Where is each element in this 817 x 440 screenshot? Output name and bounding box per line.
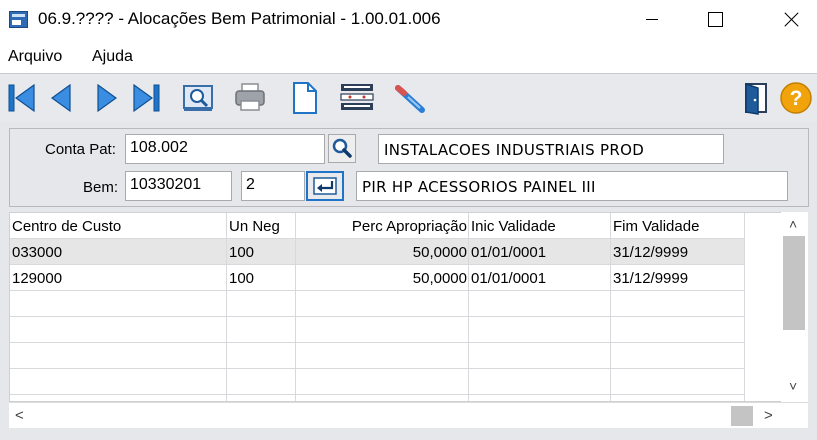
grid-row-divider	[10, 316, 744, 317]
window-title: 06.9.???? - Alocações Bem Patrimonial - …	[38, 9, 441, 28]
column-header-perc-apropriacao[interactable]: Perc Apropriação	[296, 218, 467, 235]
column-header-un-neg[interactable]: Un Neg	[229, 218, 280, 235]
grid-row-divider	[10, 238, 744, 239]
cell-fim-validade: 31/12/9999	[613, 270, 689, 287]
bem-input[interactable]: 10330201	[125, 171, 232, 201]
print-button[interactable]	[232, 80, 270, 116]
scroll-down-icon[interactable]: ˅	[789, 378, 797, 394]
next-record-icon	[97, 83, 118, 113]
zoom-button[interactable]	[180, 80, 218, 116]
help-icon: ?	[780, 82, 812, 114]
close-button[interactable]	[766, 0, 812, 40]
menu-ajuda[interactable]: Ajuda	[92, 48, 133, 66]
scroll-up-icon[interactable]: ˄	[789, 216, 797, 232]
conta-pat-description: INSTALACOES INDUSTRIAIS PROD	[378, 134, 724, 164]
scroll-right-icon[interactable]: >	[764, 407, 773, 424]
maximize-button[interactable]	[692, 0, 738, 40]
cell-perc-apropriacao: 50,0000	[412, 244, 467, 261]
cell-fim-validade: 31/12/9999	[613, 244, 689, 261]
new-document-button[interactable]	[286, 80, 324, 116]
exit-door-icon	[745, 82, 767, 115]
enter-arrow-icon	[313, 177, 337, 195]
bem-incorporacao-input[interactable]: 2	[241, 171, 305, 201]
grid-row-divider	[10, 342, 744, 343]
toolbar: ?	[0, 73, 817, 121]
minimize-button[interactable]	[634, 0, 680, 40]
grid-row-divider	[10, 368, 744, 369]
scroll-left-icon[interactable]: <	[15, 407, 24, 424]
edit-icon	[395, 85, 425, 113]
vertical-scroll-thumb[interactable]	[783, 236, 805, 330]
cell-centro-custo: 033000	[12, 244, 63, 261]
column-header-centro-custo[interactable]: Centro de Custo	[12, 218, 121, 235]
confirm-enter-button[interactable]	[306, 171, 344, 201]
new-document-icon	[293, 82, 317, 114]
grid-row-divider	[10, 264, 744, 265]
cell-un-neg: 100	[229, 244, 255, 261]
horizontal-scrollbar[interactable]: < >	[9, 402, 808, 428]
grid-row-divider	[10, 290, 744, 291]
menu-bar: Arquivo Ajuda	[0, 42, 817, 68]
list-icon	[340, 84, 374, 110]
grid-column-divider	[226, 213, 227, 401]
edit-button[interactable]	[390, 80, 428, 116]
previous-record-icon	[50, 83, 71, 113]
first-record-button[interactable]	[4, 80, 42, 116]
cell-inic-validade: 01/01/0001	[471, 244, 547, 261]
cell-un-neg: 100	[229, 270, 255, 287]
column-header-fim-validade[interactable]: Fim Validade	[613, 218, 699, 235]
grid-header: Centro de Custo Un Neg Perc Apropriação …	[10, 213, 744, 238]
column-header-inic-validade[interactable]: Inic Validade	[471, 218, 556, 235]
svg-text:?: ?	[790, 87, 803, 110]
title-bar: 06.9.???? - Alocações Bem Patrimonial - …	[0, 0, 817, 40]
horizontal-scroll-thumb[interactable]	[731, 406, 753, 426]
help-button[interactable]: ?	[778, 80, 816, 116]
last-record-button[interactable]	[128, 80, 166, 116]
cell-inic-validade: 01/01/0001	[471, 270, 547, 287]
first-record-icon	[8, 83, 35, 113]
vertical-scrollbar[interactable]: ˄ ˅	[781, 212, 808, 402]
last-record-icon	[133, 83, 160, 113]
header-panel: Conta Pat: 108.002 INSTALACOES INDUSTRIA…	[9, 128, 809, 207]
bem-label: Bem:	[83, 179, 119, 196]
grid-row-divider	[10, 394, 744, 395]
menu-arquivo[interactable]: Arquivo	[8, 48, 62, 66]
search-icon	[332, 138, 352, 158]
zoom-icon	[183, 85, 213, 111]
grid-column-divider	[610, 213, 611, 401]
conta-pat-input[interactable]: 108.002	[125, 134, 325, 164]
grid-column-divider	[744, 213, 745, 401]
bem-description: PIR HP ACESSORIOS PAINEL III	[356, 171, 788, 201]
app-window-icon	[9, 11, 28, 28]
conta-pat-label: Conta Pat:	[45, 141, 116, 158]
next-record-button[interactable]	[88, 80, 126, 116]
allocations-grid[interactable]: Centro de Custo Un Neg Perc Apropriação …	[9, 212, 808, 402]
previous-record-button[interactable]	[44, 80, 82, 116]
grid-column-divider	[295, 213, 296, 401]
exit-button[interactable]	[738, 80, 776, 116]
cell-centro-custo: 129000	[12, 270, 63, 287]
conta-pat-search-button[interactable]	[328, 134, 356, 163]
list-button[interactable]	[338, 80, 376, 116]
grid-column-divider	[468, 213, 469, 401]
cell-perc-apropriacao: 50,0000	[412, 270, 467, 287]
print-icon	[235, 83, 265, 111]
